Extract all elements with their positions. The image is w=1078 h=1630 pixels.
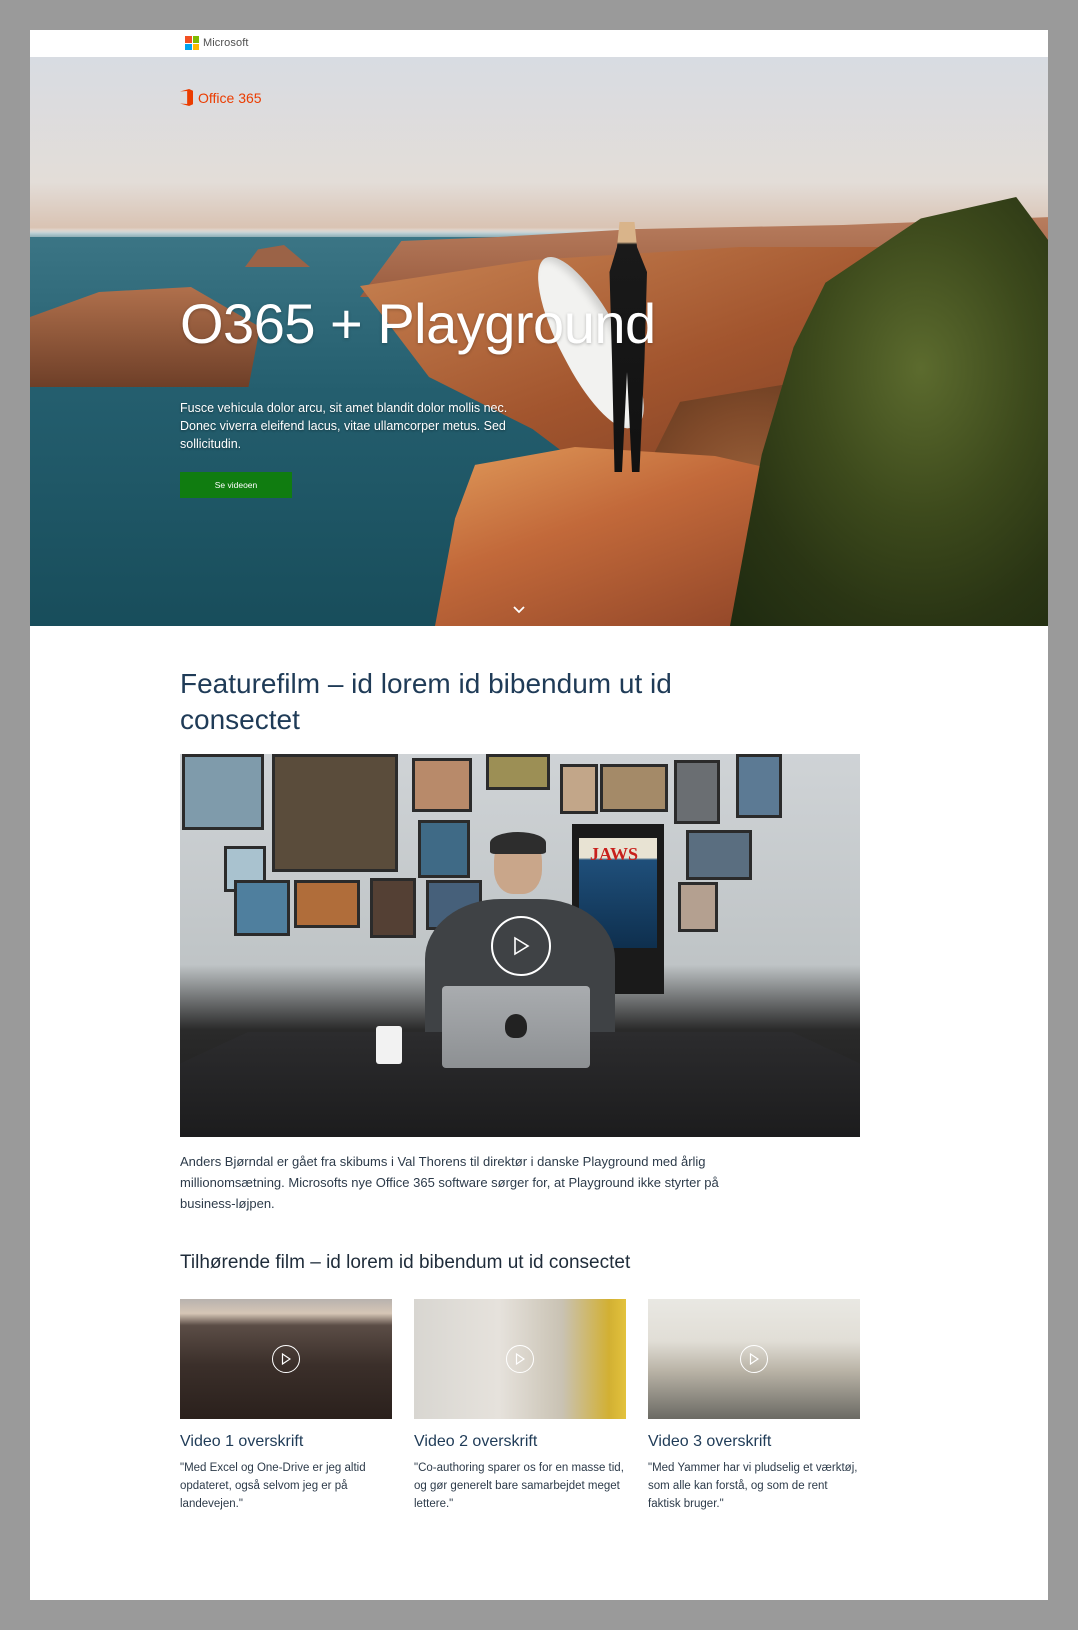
video-card[interactable]: Video 1 overskrift "Med Excel og One-Dri… <box>180 1299 392 1513</box>
microsoft-logo-icon <box>185 36 199 50</box>
office365-logo[interactable]: Office 365 <box>180 89 262 106</box>
video-laptop <box>442 986 590 1068</box>
play-triangle-icon <box>749 1353 759 1365</box>
related-videos: Video 1 overskrift "Med Excel og One-Dri… <box>180 1299 1048 1513</box>
play-triangle-icon <box>515 1353 525 1365</box>
wall-picture <box>486 754 550 790</box>
wall-picture <box>600 764 668 812</box>
watch-video-button[interactable]: Se videoen <box>180 472 292 498</box>
feature-description: Anders Bjørndal er gået fra skibums i Va… <box>180 1154 719 1211</box>
feature-title: Featurefilm – id lorem id bibendum ut id… <box>180 668 672 735</box>
video-title[interactable]: Video 3 overskrift <box>648 1433 860 1451</box>
video-quote: "Co-authoring sparer os for en masse tid… <box>414 1462 624 1510</box>
video-quote: "Med Yammer har vi pludselig et værktøj,… <box>648 1462 858 1510</box>
laptop-logo <box>505 1014 527 1038</box>
chevron-down-icon[interactable] <box>512 605 526 615</box>
microsoft-label: Microsoft <box>203 37 249 49</box>
video-mug <box>376 1026 402 1064</box>
wall-picture <box>678 882 718 932</box>
hero-subtitle: Fusce vehicula dolor arcu, sit amet blan… <box>180 401 508 451</box>
main-content: Featurefilm – id lorem id bibendum ut id… <box>30 626 1048 1513</box>
hero-title: O365 + Playground <box>180 292 656 355</box>
wall-picture <box>412 758 472 812</box>
video-title[interactable]: Video 1 overskrift <box>180 1433 392 1451</box>
play-icon[interactable] <box>506 1345 534 1373</box>
wall-picture <box>272 754 398 872</box>
related-title: Tilhørende film – id lorem id bibendum u… <box>180 1252 631 1273</box>
wall-picture <box>674 760 720 824</box>
wall-picture <box>182 754 264 830</box>
video-thumbnail[interactable] <box>180 1299 392 1419</box>
wall-picture <box>370 878 416 938</box>
play-icon[interactable] <box>740 1345 768 1373</box>
jaws-poster-title: JAWS <box>590 844 639 864</box>
video-thumbnail[interactable] <box>648 1299 860 1419</box>
office365-label: Office 365 <box>198 89 262 106</box>
video-quote: "Med Excel og One-Drive er jeg altid opd… <box>180 1462 366 1510</box>
wall-picture <box>418 820 470 878</box>
office-icon <box>180 89 193 106</box>
play-triangle-icon <box>514 936 530 956</box>
top-bar: Microsoft <box>30 30 1048 57</box>
hero-banner: Office 365 O365 + Playground Fusce vehic… <box>30 57 1048 626</box>
wall-picture <box>560 764 598 814</box>
wall-picture <box>234 880 290 936</box>
microsoft-brand[interactable]: Microsoft <box>185 36 249 50</box>
video-card[interactable]: Video 3 overskrift "Med Yammer har vi pl… <box>648 1299 860 1513</box>
wall-picture <box>736 754 782 818</box>
feature-video[interactable]: JAWS <box>180 754 860 1137</box>
play-icon[interactable] <box>272 1345 300 1373</box>
wall-picture <box>294 880 360 928</box>
video-thumbnail[interactable] <box>414 1299 626 1419</box>
video-card[interactable]: Video 2 overskrift "Co-authoring sparer … <box>414 1299 626 1513</box>
video-person-cap <box>490 832 546 854</box>
play-icon[interactable] <box>491 916 551 976</box>
page: Microsoft Office 365 O365 + Playground F… <box>30 30 1048 1600</box>
video-title[interactable]: Video 2 overskrift <box>414 1433 626 1451</box>
wall-picture <box>686 830 752 880</box>
play-triangle-icon <box>281 1353 291 1365</box>
